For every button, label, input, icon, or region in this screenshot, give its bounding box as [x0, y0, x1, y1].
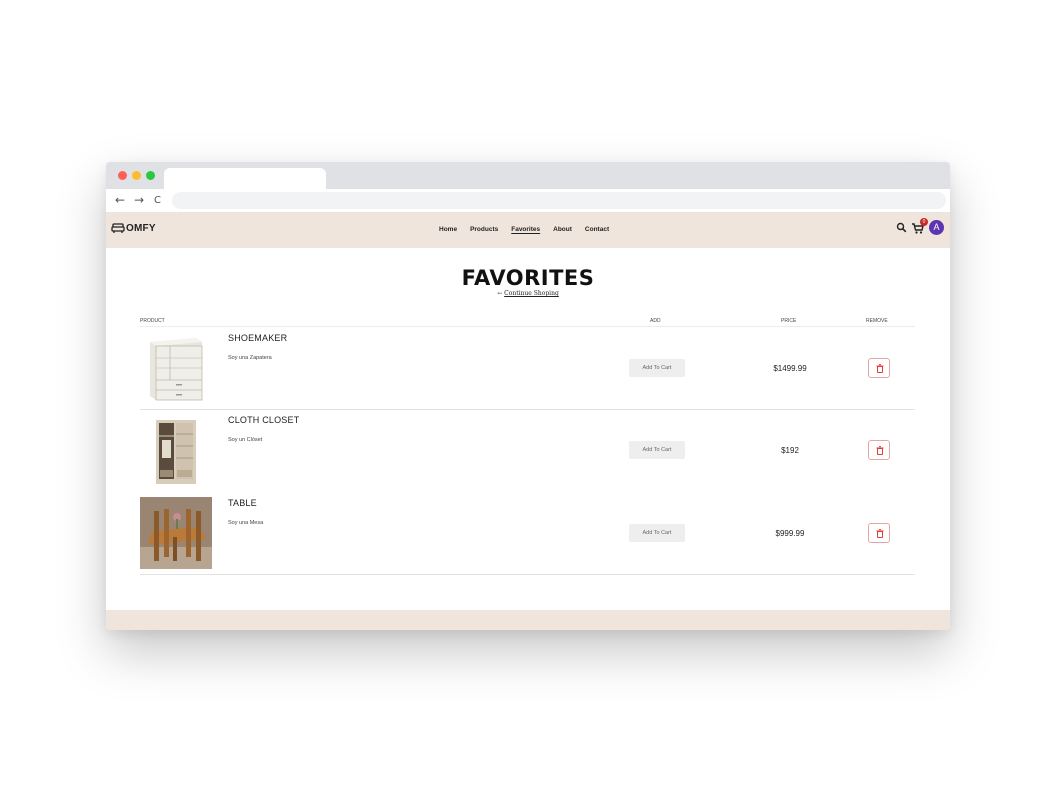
site-footer: [106, 610, 950, 630]
continue-shopping-link[interactable]: ← Continue Shoping: [106, 290, 950, 297]
header-divider: [140, 326, 915, 327]
product-price: $999.99: [775, 529, 805, 538]
nav-contact[interactable]: Contact: [585, 226, 609, 233]
product-description: Soy un Clóset: [228, 437, 263, 443]
favorites-page: FAVORITES ← Continue Shoping PRODUCT ADD…: [106, 248, 950, 610]
product-description: Soy una Zapatera: [228, 355, 272, 361]
nav-home[interactable]: Home: [439, 226, 457, 233]
product-price: $1499.99: [773, 364, 807, 373]
nav-about[interactable]: About: [553, 226, 572, 233]
main-nav: Home Products Favorites About Contact: [439, 226, 609, 233]
add-to-cart-button[interactable]: Add To Cart: [629, 359, 685, 377]
back-arrow-icon[interactable]: ←: [115, 193, 125, 207]
table-row: CLOTH CLOSET Soy un Clóset Add To Cart $…: [106, 410, 950, 492]
remove-button[interactable]: [868, 358, 890, 378]
remove-button[interactable]: [868, 523, 890, 543]
table-row: SHOEMAKER Soy una Zapatera Add To Cart $…: [106, 328, 950, 410]
address-bar[interactable]: [172, 192, 946, 209]
table-row: TABLE Soy una Mesa Add To Cart $999.99: [106, 493, 950, 575]
trash-icon: [876, 446, 884, 455]
search-icon[interactable]: [896, 222, 907, 233]
product-image-table[interactable]: [140, 497, 212, 569]
reload-icon[interactable]: C: [154, 194, 161, 208]
browser-tab[interactable]: [164, 168, 326, 189]
header-price: PRICE: [781, 318, 797, 324]
row-divider: [140, 574, 915, 575]
minimize-window-button[interactable]: [132, 171, 141, 180]
maximize-window-button[interactable]: [146, 171, 155, 180]
remove-button[interactable]: [868, 440, 890, 460]
product-description: Soy una Mesa: [228, 520, 264, 526]
add-to-cart-button[interactable]: Add To Cart: [629, 441, 685, 459]
header-actions: 0 A: [896, 217, 944, 235]
nav-favorites[interactable]: Favorites: [511, 226, 540, 233]
back-arrow-icon: ←: [497, 290, 503, 297]
browser-window: ← → C OMFY Home Products Favorites About…: [106, 162, 950, 630]
product-price: $192: [781, 446, 799, 455]
site-logo[interactable]: OMFY: [111, 223, 156, 234]
close-window-button[interactable]: [118, 171, 127, 180]
header-product: PRODUCT: [140, 318, 165, 324]
trash-icon: [876, 529, 884, 538]
page-title: FAVORITES: [461, 266, 595, 290]
cart-button[interactable]: 0: [911, 217, 928, 235]
product-name: TABLE: [228, 498, 257, 508]
nav-products[interactable]: Products: [470, 226, 498, 233]
add-to-cart-button[interactable]: Add To Cart: [629, 524, 685, 542]
product-image-cloth-closet[interactable]: [140, 414, 212, 486]
window-controls: [118, 171, 155, 180]
header-remove: REMOVE: [866, 318, 888, 324]
browser-tab-bar: [106, 162, 950, 189]
trash-icon: [876, 364, 884, 373]
header-add: ADD: [650, 318, 661, 324]
sofa-icon: [111, 223, 125, 233]
site-header: OMFY Home Products Favorites About Conta…: [106, 213, 950, 248]
browser-toolbar: ← → C: [106, 189, 950, 213]
logo-text: OMFY: [126, 223, 156, 234]
user-avatar[interactable]: A: [929, 220, 944, 235]
forward-arrow-icon[interactable]: →: [134, 193, 144, 207]
product-image-shoemaker[interactable]: [140, 332, 212, 404]
product-name: SHOEMAKER: [228, 333, 288, 343]
cart-count-badge: 0: [920, 217, 928, 226]
product-name: CLOTH CLOSET: [228, 415, 300, 425]
continue-shopping-text: Continue Shoping: [504, 290, 559, 297]
